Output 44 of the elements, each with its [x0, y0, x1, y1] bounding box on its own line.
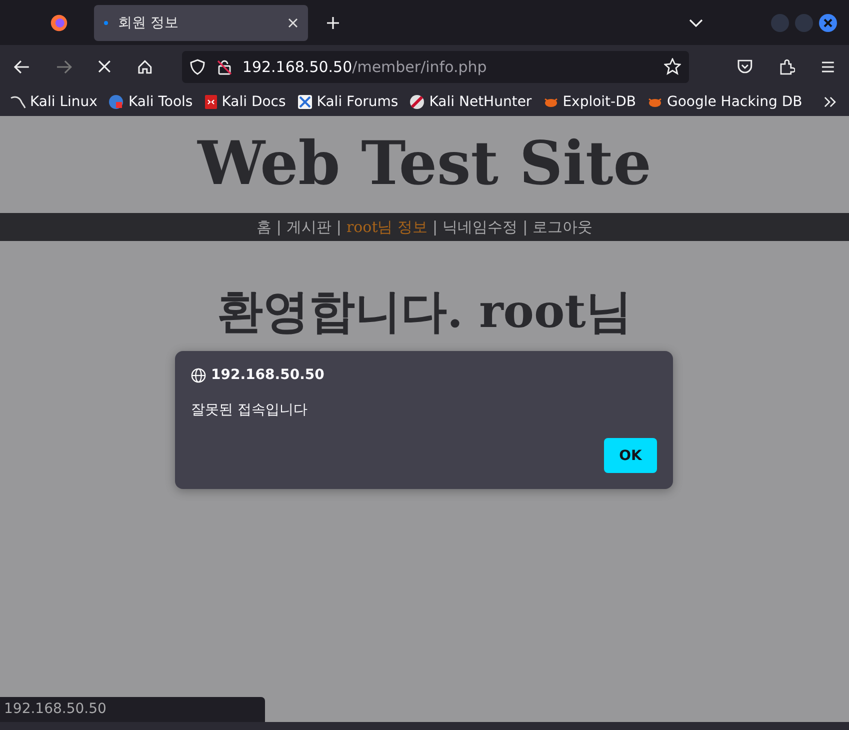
new-tab-icon[interactable] [326, 16, 340, 30]
dialog-message: 잘못된 접속입니다 [191, 401, 308, 419]
forward-arrow-icon[interactable] [56, 60, 72, 74]
stop-icon[interactable] [98, 60, 111, 73]
pocket-icon[interactable] [737, 59, 754, 74]
bookmark-link[interactable]: Kali NetHunter [409, 94, 532, 110]
menu-icon[interactable] [821, 60, 836, 72]
ok-button[interactable]: OK [604, 438, 657, 473]
back-arrow-icon[interactable] [14, 60, 30, 74]
nav-separator: | [522, 218, 528, 236]
nav-link[interactable]: 게시판 [286, 218, 332, 236]
nav-separator: | [276, 218, 282, 236]
bookmark-link[interactable]: Exploit-DB [542, 94, 636, 110]
bookmark-link[interactable]: Kali Tools [108, 94, 193, 110]
close-icon[interactable] [819, 14, 837, 32]
address-bar[interactable]: 192.168.50.50/member/info.php [182, 50, 690, 82]
url-text: 192.168.50.50/member/info.php [242, 58, 487, 76]
bookmark-link[interactable]: Kali Docs [204, 94, 286, 110]
insecure-lock-icon[interactable] [217, 58, 232, 74]
bookmark-link[interactable]: Google Hacking DB [646, 94, 802, 110]
globe-icon [191, 368, 206, 382]
nav-separator: | [336, 218, 342, 236]
browser-logo-icon[interactable] [50, 14, 68, 32]
nav-link[interactable]: 홈 [256, 218, 272, 236]
nav-separator: | [432, 218, 438, 236]
loading-dot-icon [104, 20, 108, 24]
chevron-down-icon[interactable] [689, 18, 703, 28]
status-bar: 192.168.50.50 [0, 697, 265, 722]
shield-icon[interactable] [190, 58, 206, 74]
forum-icon [296, 94, 313, 110]
star-icon[interactable] [664, 58, 682, 75]
puzzle-icon[interactable] [779, 58, 796, 74]
bookmark-link[interactable]: Kali Forums [296, 94, 398, 110]
browser-tab[interactable]: 회원 정보 [94, 4, 308, 40]
close-icon[interactable] [288, 18, 298, 28]
dialog-origin: 192.168.50.50 [211, 367, 324, 383]
site-title: Web Test Site [198, 128, 652, 200]
globe-icon [108, 94, 124, 110]
welcome-heading: 환영합니다. root님 [217, 283, 632, 339]
bookmark-link[interactable]: Kali Linux [10, 94, 98, 110]
home-icon[interactable] [136, 58, 152, 74]
overflow-chevron-icon[interactable] [824, 96, 837, 108]
nav-link[interactable]: 로그아웃 [532, 218, 593, 236]
nav-link[interactable]: 닉네임수정 [442, 218, 518, 236]
